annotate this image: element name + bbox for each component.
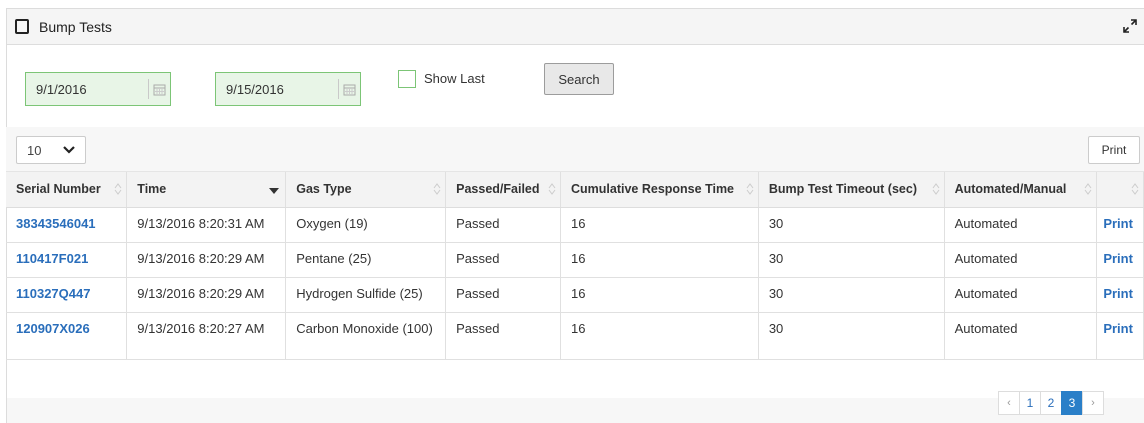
page-link-1[interactable]: 1 bbox=[1019, 391, 1041, 415]
column-header-gas-type[interactable]: Gas Type bbox=[285, 172, 447, 208]
passed-failed-cell: Passed bbox=[445, 277, 561, 313]
calendar-icon[interactable] bbox=[339, 83, 360, 96]
gas-type-cell: Carbon Monoxide (100) bbox=[285, 312, 447, 360]
automated-manual-cell: Automated bbox=[944, 207, 1098, 243]
search-button[interactable]: Search bbox=[544, 63, 614, 95]
expand-icon[interactable] bbox=[1122, 18, 1138, 34]
table-header-row: Serial Number Time Gas Type Passed/Faile… bbox=[6, 172, 1144, 208]
show-last-checkbox[interactable] bbox=[398, 70, 416, 88]
bump-tests-table: Serial Number Time Gas Type Passed/Faile… bbox=[6, 172, 1144, 360]
start-date-field[interactable] bbox=[25, 72, 171, 106]
response-time-cell: 16 bbox=[560, 312, 759, 360]
row-print-link[interactable]: Print bbox=[1096, 207, 1144, 243]
column-header-bump-test-timeout[interactable]: Bump Test Timeout (sec) bbox=[758, 172, 945, 208]
end-date-input[interactable] bbox=[216, 73, 338, 105]
table-row: 38343546041 9/13/2016 8:20:31 AM Oxygen … bbox=[6, 207, 1144, 243]
timeout-cell: 30 bbox=[758, 207, 945, 243]
row-print-link[interactable]: Print bbox=[1096, 312, 1144, 360]
column-header-cumulative-response-time[interactable]: Cumulative Response Time bbox=[560, 172, 759, 208]
pagination-prev[interactable]: ‹ bbox=[998, 391, 1020, 415]
chevron-down-icon bbox=[63, 146, 75, 154]
column-header-time[interactable]: Time bbox=[126, 172, 287, 208]
sort-icon bbox=[1084, 183, 1092, 195]
column-header-serial-number[interactable]: Serial Number bbox=[6, 172, 128, 208]
print-all-button[interactable]: Print bbox=[1088, 136, 1140, 164]
timeout-cell: 30 bbox=[758, 277, 945, 313]
time-cell: 9/13/2016 8:20:31 AM bbox=[126, 207, 287, 243]
timeout-cell: 30 bbox=[758, 312, 945, 360]
sort-icon bbox=[746, 183, 754, 195]
pagination-next[interactable]: › bbox=[1082, 391, 1104, 415]
row-print-link[interactable]: Print bbox=[1096, 277, 1144, 313]
column-header-actions[interactable] bbox=[1096, 172, 1144, 208]
response-time-cell: 16 bbox=[560, 242, 759, 278]
column-header-passed-failed[interactable]: Passed/Failed bbox=[445, 172, 561, 208]
table-footer bbox=[6, 398, 1144, 423]
timeout-cell: 30 bbox=[758, 242, 945, 278]
panel-title: Bump Tests bbox=[39, 18, 112, 35]
serial-number-link[interactable]: 110327Q447 bbox=[6, 277, 128, 313]
response-time-cell: 16 bbox=[560, 207, 759, 243]
time-cell: 9/13/2016 8:20:29 AM bbox=[126, 242, 287, 278]
sort-icon bbox=[548, 183, 556, 195]
serial-number-link[interactable]: 38343546041 bbox=[6, 207, 128, 243]
show-last-label: Show Last bbox=[424, 71, 485, 86]
page-link-2[interactable]: 2 bbox=[1040, 391, 1062, 415]
page-size-value: 10 bbox=[27, 142, 42, 158]
panel-square-icon bbox=[15, 19, 29, 34]
calendar-icon[interactable] bbox=[149, 83, 170, 96]
serial-number-link[interactable]: 120907X026 bbox=[6, 312, 128, 360]
start-date-input[interactable] bbox=[26, 73, 148, 105]
pagination: ‹ 1 2 3 › bbox=[998, 391, 1104, 415]
row-print-link[interactable]: Print bbox=[1096, 242, 1144, 278]
table-row: 110327Q447 9/13/2016 8:20:29 AM Hydrogen… bbox=[6, 277, 1144, 313]
sort-icon bbox=[1131, 183, 1139, 195]
table-row: 110417F021 9/13/2016 8:20:29 AM Pentane … bbox=[6, 242, 1144, 278]
end-date-field[interactable] bbox=[215, 72, 361, 106]
column-header-automated-manual[interactable]: Automated/Manual bbox=[944, 172, 1098, 208]
table-toolbar: 10 Print bbox=[6, 127, 1144, 172]
passed-failed-cell: Passed bbox=[445, 242, 561, 278]
table-row: 120907X026 9/13/2016 8:20:27 AM Carbon M… bbox=[6, 312, 1144, 360]
response-time-cell: 16 bbox=[560, 277, 759, 313]
sort-desc-icon bbox=[269, 188, 280, 194]
passed-failed-cell: Passed bbox=[445, 312, 561, 360]
time-cell: 9/13/2016 8:20:27 AM bbox=[126, 312, 287, 360]
automated-manual-cell: Automated bbox=[944, 242, 1098, 278]
gas-type-cell: Pentane (25) bbox=[285, 242, 447, 278]
gas-type-cell: Oxygen (19) bbox=[285, 207, 447, 243]
page-size-select[interactable]: 10 bbox=[16, 136, 86, 164]
page-link-3[interactable]: 3 bbox=[1061, 391, 1083, 415]
serial-number-link[interactable]: 110417F021 bbox=[6, 242, 128, 278]
gas-type-cell: Hydrogen Sulfide (25) bbox=[285, 277, 447, 313]
sort-icon bbox=[932, 183, 939, 195]
automated-manual-cell: Automated bbox=[944, 312, 1098, 360]
automated-manual-cell: Automated bbox=[944, 277, 1098, 313]
sort-icon bbox=[433, 183, 441, 195]
panel-header: Bump Tests bbox=[7, 9, 1144, 45]
sort-icon bbox=[114, 183, 122, 195]
passed-failed-cell: Passed bbox=[445, 207, 561, 243]
time-cell: 9/13/2016 8:20:29 AM bbox=[126, 277, 287, 313]
